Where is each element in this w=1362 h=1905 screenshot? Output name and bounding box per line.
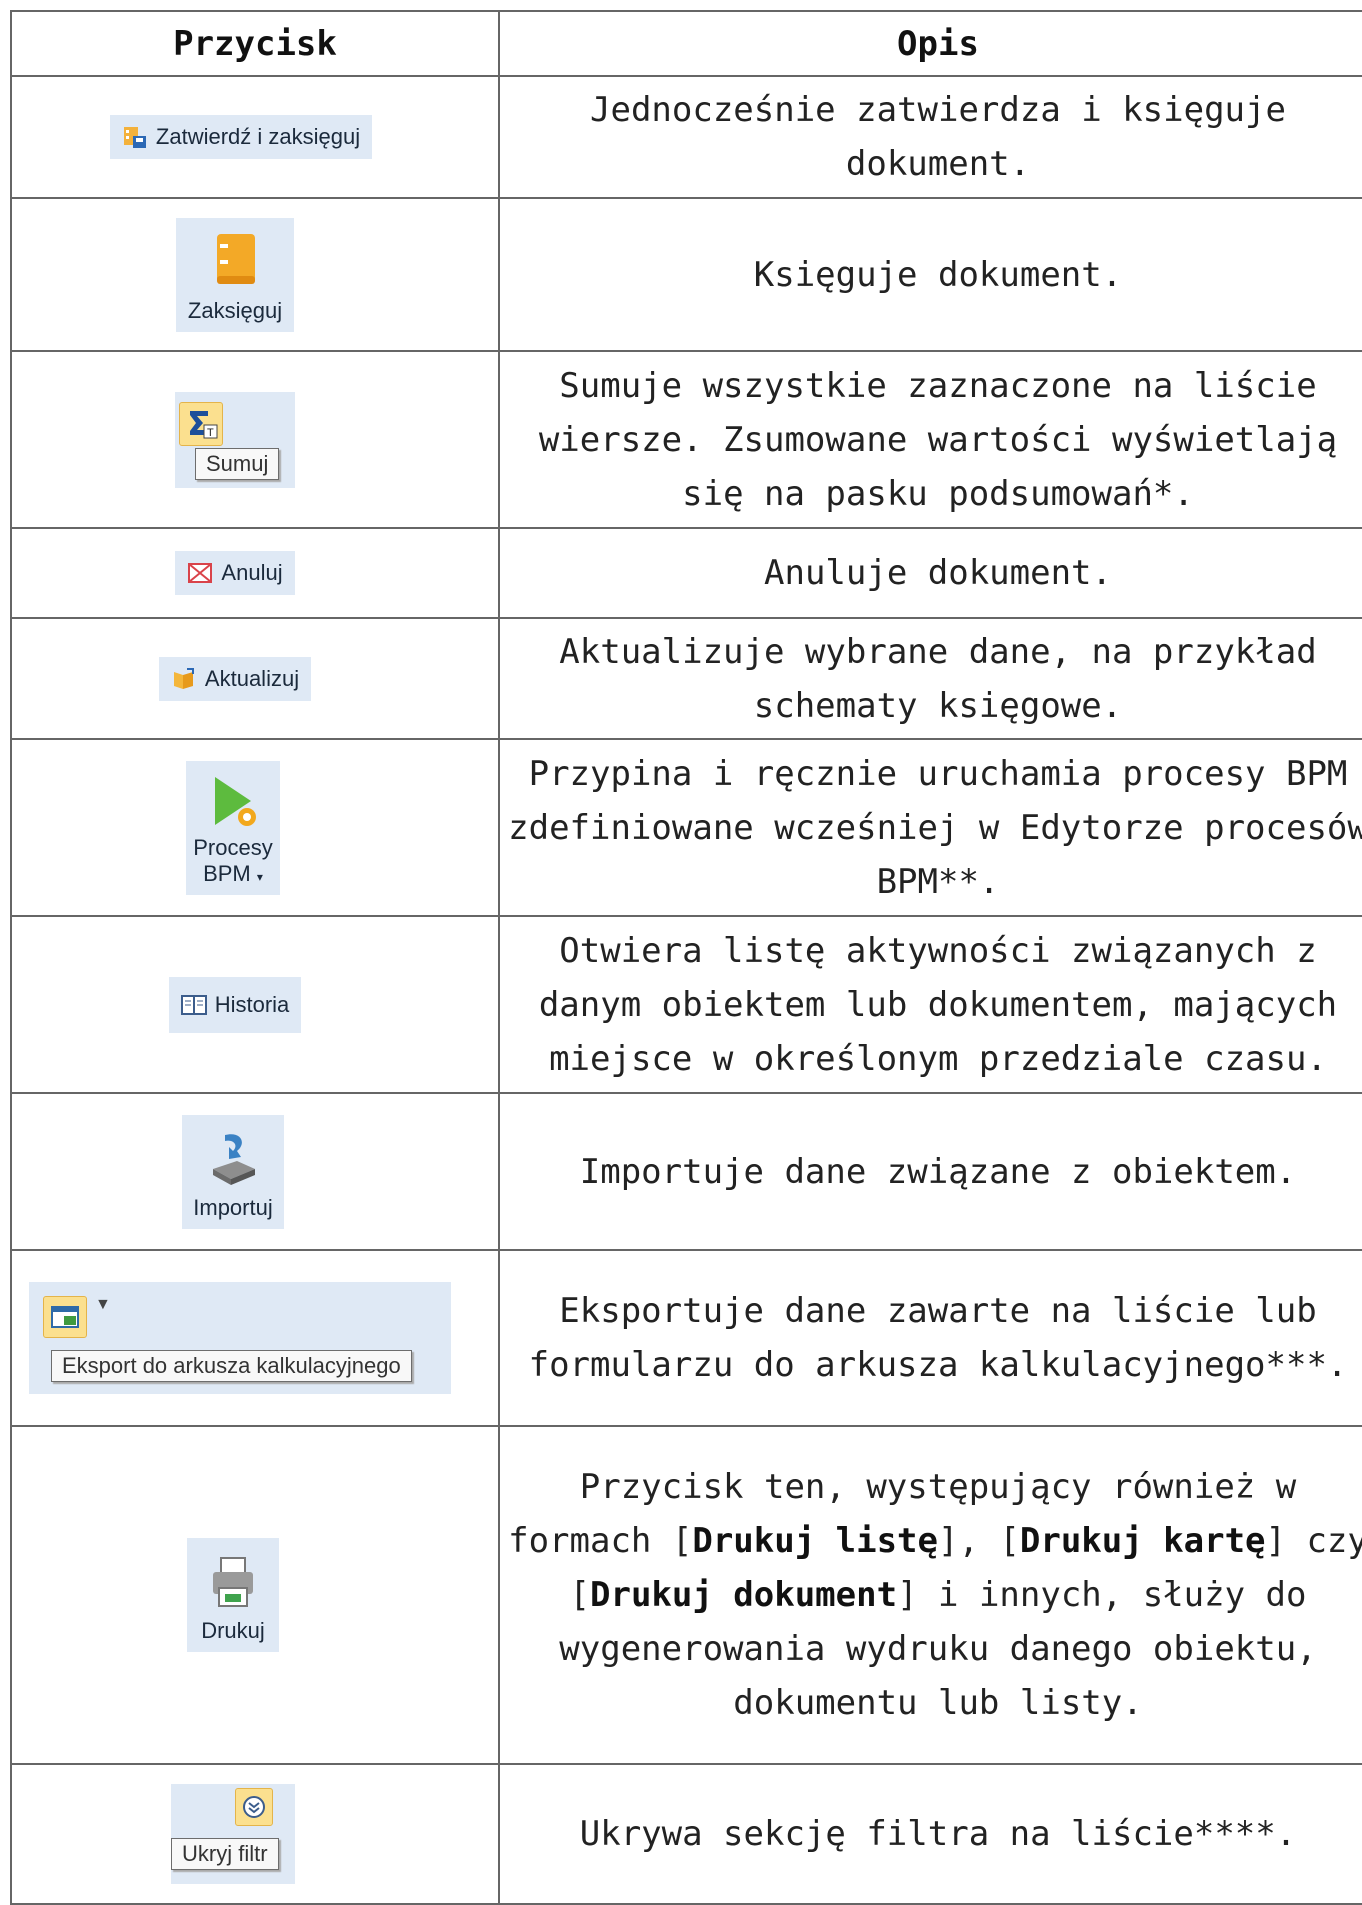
spreadsheet-icon [51,1306,79,1328]
table-row: Zatwierdź i zaksięguj Jednocześnie zatwi… [10,75,1362,199]
history-label: Historia [214,991,290,1017]
import-icon [213,1133,255,1185]
table-header-row: Przycisk Opis [10,10,1362,77]
bpm-processes-button[interactable]: Procesy BPM ▾ [186,760,280,895]
update-label: Aktualizuj [204,665,300,691]
button-cell: Aktualizuj [10,617,500,740]
table-row: Historia Otwiera listę aktywności związa… [10,915,1362,1094]
button-cell: Historia [10,915,500,1094]
table-row: Procesy BPM ▾ Przypina i ręcznie urucham… [10,738,1362,917]
description-cell: Księguje dokument. [498,197,1362,352]
svg-text:T: T [207,427,214,439]
chevron-down-icon: ▾ [256,869,263,884]
description-cell: Anuluje dokument. [498,527,1362,619]
print-desc-d: [ [569,1575,591,1615]
table-row: Anuluj Anuluje dokument. [10,527,1362,619]
export-icon-wrap [43,1296,87,1338]
print-desc-b: ], [ [937,1521,1020,1561]
print-button-label: Drukuj [201,1618,265,1643]
description-cell: Importuje dane związane z obiektem. [498,1092,1362,1251]
printer-icon [213,1557,253,1607]
header-opis: Opis [498,10,1362,77]
hide-filter-tooltip: Ukryj filtr [171,1838,279,1870]
bpm-button-label-line1: Procesy [193,834,273,860]
description-cell: Sumuje wszystkie zaznaczone na liście wi… [498,350,1362,529]
post-button-label: Zaksięguj [187,297,283,323]
history-book-icon [180,994,207,1015]
import-button[interactable]: Importuj [182,1114,284,1229]
button-cell: Importuj [10,1092,500,1251]
bpm-button-label-line2: BPM [203,860,251,886]
print-desc-bold1: Drukuj listę [692,1521,938,1561]
collapse-icon [243,1796,265,1818]
print-desc-bold2: Drukuj kartę [1019,1521,1266,1561]
import-button-label: Importuj [193,1194,273,1220]
button-cell: Procesy BPM ▾ [10,738,500,917]
hide-filter-icon-wrap [235,1788,273,1826]
post-button[interactable]: Zaksięguj [176,217,294,332]
button-cell: Zatwierdź i zaksięguj [10,75,500,199]
description-cell: Aktualizuje wybrane dane, na przykład sc… [498,617,1362,740]
bpm-button-label-line2-wrap: BPM ▾ [186,861,280,890]
approve-and-post-label: Zatwierdź i zaksięguj [155,124,361,149]
table-row: Importuj Importuje dane związane z obiek… [10,1092,1362,1251]
cancel-button[interactable]: Anuluj [175,551,295,595]
print-desc-c: ] czy [1265,1521,1362,1561]
button-cell: Zaksięguj [10,197,500,352]
sum-button[interactable]: T Sumuj [175,391,295,488]
description-cell: Jednocześnie zatwierdza i księguje dokum… [498,75,1362,199]
description-cell: Przycisk ten, występujący również w form… [498,1425,1362,1765]
approve-post-icon [123,127,146,148]
sigma-icon: T [190,410,218,439]
cancel-label: Anuluj [221,560,283,585]
sum-tooltip: Sumuj [195,447,280,480]
button-cell: Drukuj [10,1425,500,1765]
button-cell: Anuluj [10,527,500,619]
cancel-envelope-icon [188,563,213,583]
table-row: Ukryj filtr Ukrywa sekcję filtra na liśc… [10,1763,1362,1905]
table-row: Drukuj Przycisk ten, występujący również… [10,1425,1362,1765]
update-button[interactable]: Aktualizuj [158,656,312,701]
export-tooltip: Eksport do arkusza kalkulacyjnego [51,1350,412,1382]
history-button[interactable]: Historia [168,976,302,1033]
sum-icon-wrap: T [179,401,223,446]
ledger-book-icon [217,233,255,284]
header-przycisk: Przycisk [10,10,500,77]
description-cell: Otwiera listę aktywności związanych z da… [498,915,1362,1094]
chevron-down-icon[interactable]: ▼ [95,1296,111,1314]
button-cell: T Sumuj [10,350,500,529]
hide-filter-button[interactable]: Ukryj filtr [171,1784,295,1884]
description-cell: Przypina i ręcznie uruchamia procesy BPM… [498,738,1362,917]
description-cell: Eksportuje dane zawarte na liście lub fo… [498,1249,1362,1427]
approve-and-post-button[interactable]: Zatwierdź i zaksięguj [109,115,373,159]
table-row: Aktualizuj Aktualizuje wybrane dane, na … [10,617,1362,740]
description-cell: Ukrywa sekcję filtra na liście****. [498,1763,1362,1905]
table-row: T Sumuj Sumuje wszystkie zaznaczone na l… [10,350,1362,529]
print-desc-bold3: Drukuj dokument [590,1575,898,1615]
button-cell: Ukryj filtr [10,1763,500,1905]
export-spreadsheet-button[interactable]: ▼ Eksport do arkusza kalkulacyjnego [29,1282,451,1394]
bpm-play-icon [215,776,256,826]
table-row: Zaksięguj Księguje dokument. [10,197,1362,352]
buttons-table: Przycisk Opis Zatwierdź i zaksięguj Jedn… [10,10,1362,1905]
table-row: ▼ Eksport do arkusza kalkulacyjnego Eksp… [10,1249,1362,1427]
button-cell: ▼ Eksport do arkusza kalkulacyjnego [10,1249,500,1427]
print-button[interactable]: Drukuj [187,1538,279,1652]
update-book-icon [173,667,194,689]
